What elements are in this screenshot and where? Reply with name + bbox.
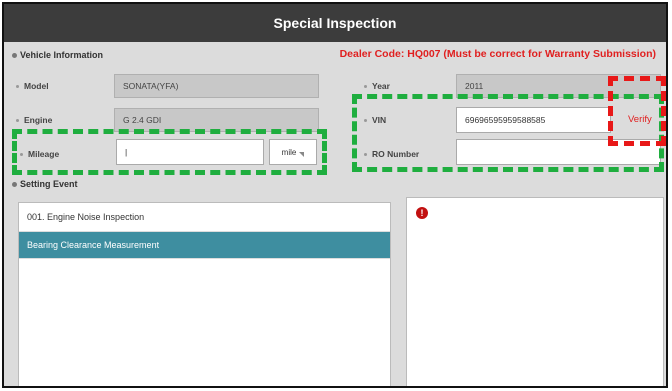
bullet-icon <box>12 181 17 187</box>
event-item-selected[interactable]: Bearing Clearance Measurement <box>19 232 390 259</box>
bullet-icon <box>364 84 367 88</box>
vehicle-information-label: Vehicle Information <box>20 50 104 60</box>
bullet-icon <box>16 84 19 88</box>
model-field: SONATA(YFA) <box>114 74 319 98</box>
event-item[interactable]: 001. Engine Noise Inspection <box>19 203 390 232</box>
bullet-icon <box>12 52 17 58</box>
setting-event-header: Setting Event <box>12 179 78 189</box>
year-label: Year <box>372 81 390 91</box>
verify-highlight-box <box>608 76 666 146</box>
window-title: Special Inspection <box>4 4 666 42</box>
setting-event-label: Setting Event <box>20 179 78 189</box>
mileage-highlight-box <box>12 129 327 175</box>
dealer-code-notice: Dealer Code: HQ007 (Must be correct for … <box>339 48 656 60</box>
engine-label-row: Engine <box>16 115 52 125</box>
year-label-row: Year <box>364 81 390 91</box>
engine-label: Engine <box>24 115 53 125</box>
model-label: Model <box>24 81 49 91</box>
bullet-icon <box>16 118 19 122</box>
event-list: 001. Engine Noise Inspection Bearing Cle… <box>18 202 391 386</box>
model-label-row: Model <box>16 81 49 91</box>
vehicle-information-header: Vehicle Information <box>12 50 103 60</box>
event-detail-panel <box>406 197 664 386</box>
alert-icon: ! <box>416 207 428 219</box>
special-inspection-window: Special Inspection Vehicle Information D… <box>2 2 668 388</box>
